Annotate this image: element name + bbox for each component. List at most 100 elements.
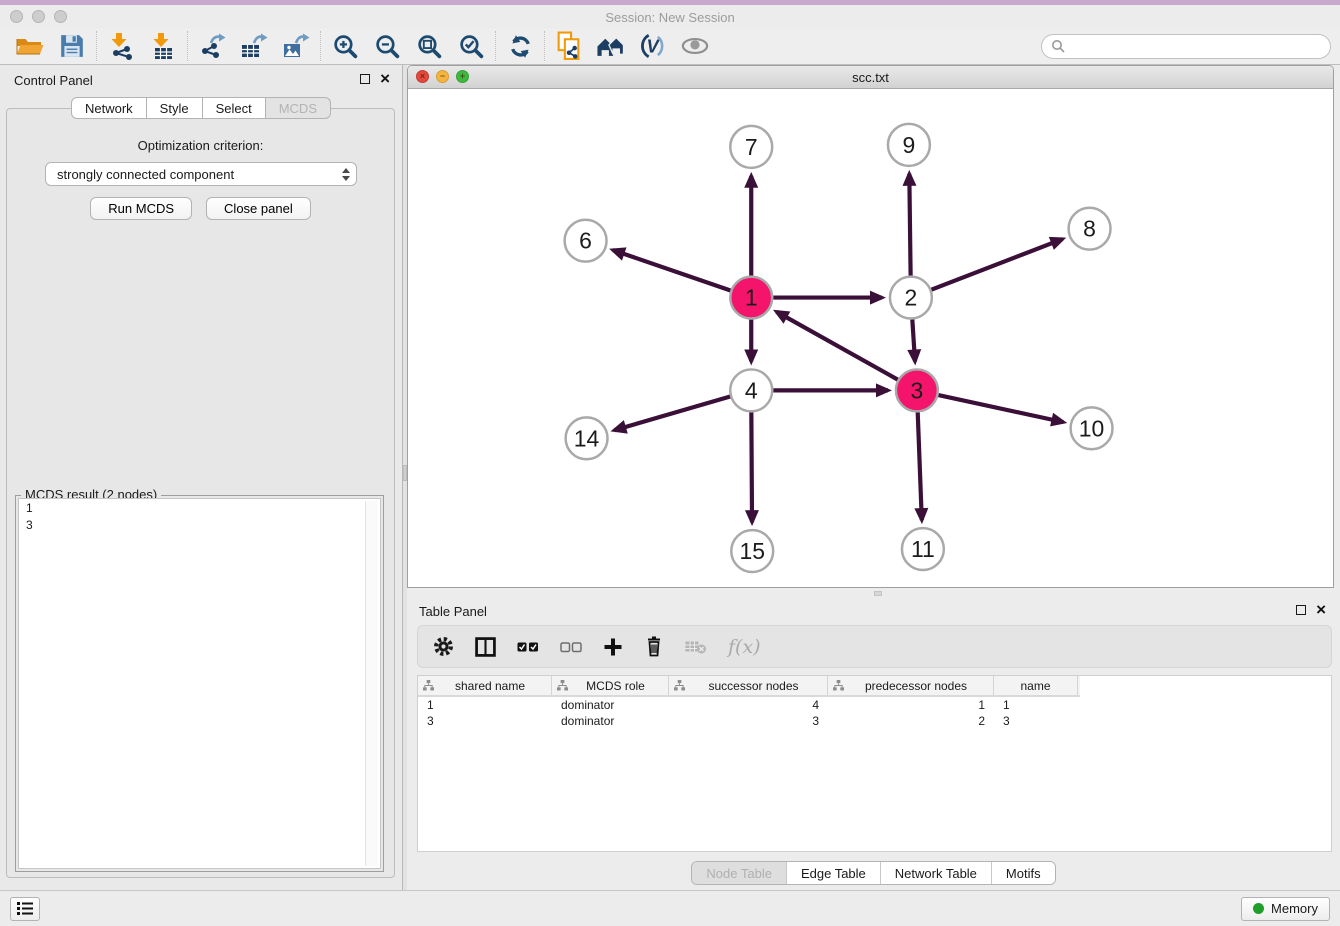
graph-node-3[interactable]: 3	[896, 369, 938, 411]
close-panel-button[interactable]: Close panel	[206, 197, 311, 220]
column-header-mcds-role[interactable]: MCDS role	[552, 676, 669, 695]
save-floppy-icon	[59, 33, 85, 59]
graph-edge-2-9[interactable]	[909, 174, 910, 276]
close-panel-icon[interactable]: ×	[380, 73, 390, 84]
graph-node-10[interactable]: 10	[1071, 407, 1113, 449]
function-builder-button[interactable]: f(x)	[728, 636, 761, 658]
list-icon	[16, 900, 34, 917]
tab-style[interactable]: Style	[147, 97, 203, 119]
result-scrollbar[interactable]	[365, 501, 378, 866]
graph-edge-3-1[interactable]	[776, 312, 897, 380]
column-header-shared-name[interactable]: shared name	[418, 676, 552, 695]
import-table-button[interactable]	[142, 30, 184, 63]
horizontal-splitter[interactable]	[407, 588, 1340, 598]
eye-icon	[680, 35, 710, 57]
float-panel-icon[interactable]	[360, 74, 370, 84]
graph-edge-3-10[interactable]	[938, 395, 1063, 422]
delete-column-button[interactable]	[644, 636, 664, 657]
graph-node-8[interactable]: 8	[1069, 208, 1111, 250]
vizmapper-button[interactable]: V	[632, 30, 674, 63]
column-header-name[interactable]: name	[994, 676, 1078, 695]
zoom-out-button[interactable]	[366, 30, 408, 63]
zoom-selected-icon	[458, 33, 485, 60]
tab-network-table[interactable]: Network Table	[880, 862, 991, 884]
cell-shared-name[interactable]: 1	[418, 698, 552, 712]
deselect-all-columns-button[interactable]	[560, 640, 582, 654]
graph-node-4[interactable]: 4	[730, 369, 772, 411]
splitter-handle[interactable]	[874, 591, 882, 596]
global-search[interactable]	[1041, 34, 1331, 59]
home-button[interactable]	[590, 30, 632, 63]
split-columns-icon	[475, 637, 496, 657]
zoom-fit-button[interactable]	[408, 30, 450, 63]
cell-predecessor-nodes[interactable]: 2	[828, 714, 994, 728]
cell-predecessor-nodes[interactable]: 1	[828, 698, 994, 712]
tab-node-table[interactable]: Node Table	[692, 862, 786, 884]
export-image-button[interactable]	[275, 30, 317, 63]
export-network-button[interactable]	[191, 30, 233, 63]
column-panel-button[interactable]	[475, 637, 496, 657]
cell-name[interactable]: 3	[994, 714, 1078, 728]
clone-network-button[interactable]	[548, 30, 590, 63]
float-panel-icon[interactable]	[1296, 605, 1306, 615]
tab-edge-table[interactable]: Edge Table	[786, 862, 880, 884]
graph-edge-3-11[interactable]	[918, 412, 922, 520]
search-input[interactable]	[1070, 39, 1321, 54]
delete-table-button[interactable]	[685, 639, 707, 655]
graph-edge-4-14[interactable]	[614, 396, 730, 430]
import-network-button[interactable]	[100, 30, 142, 63]
graph-edge-2-3[interactable]	[912, 320, 915, 362]
refresh-button[interactable]	[499, 30, 541, 63]
graph-edge-1-6[interactable]	[613, 250, 731, 290]
cell-mcds-role[interactable]: dominator	[552, 714, 669, 728]
mcds-result-text[interactable]: 1 3	[18, 498, 381, 869]
open-session-button[interactable]	[9, 30, 51, 63]
graph-edge-4-15[interactable]	[751, 412, 752, 522]
zoom-selected-button[interactable]	[450, 30, 492, 63]
network-graph: 1 2 3 4 6 7 8 9 10 11 14 15	[408, 89, 1333, 587]
column-header-predecessor-nodes[interactable]: predecessor nodes	[828, 676, 994, 695]
cell-mcds-role[interactable]: dominator	[552, 698, 669, 712]
network-zoom-button[interactable]: +	[456, 70, 469, 83]
save-session-button[interactable]	[51, 30, 93, 63]
table-row[interactable]: 1 dominator 4 1 1	[418, 697, 1331, 713]
criterion-select[interactable]: strongly connected component	[45, 162, 357, 186]
select-all-columns-button[interactable]	[517, 640, 539, 654]
tab-mcds[interactable]: MCDS	[266, 97, 331, 119]
show-hide-button[interactable]	[674, 30, 716, 63]
graph-node-1[interactable]: 1	[730, 277, 772, 319]
graph-node-2[interactable]: 2	[890, 277, 932, 319]
zoom-in-button[interactable]	[324, 30, 366, 63]
tab-motifs[interactable]: Motifs	[991, 862, 1055, 884]
column-header-successor-nodes[interactable]: successor nodes	[669, 676, 828, 695]
cell-successor-nodes[interactable]: 3	[669, 714, 828, 728]
graph-edge-2-8[interactable]	[931, 239, 1062, 290]
memory-button[interactable]: Memory	[1241, 897, 1330, 921]
table-settings-button[interactable]	[433, 636, 454, 657]
graph-node-7[interactable]: 7	[730, 126, 772, 168]
table-header-row: shared name MCDS role successor nodes pr…	[418, 676, 1080, 697]
table-row[interactable]: 3 dominator 3 2 3	[418, 713, 1331, 729]
cell-name[interactable]: 1	[994, 698, 1078, 712]
close-panel-icon[interactable]: ×	[1316, 604, 1326, 615]
graph-node-9[interactable]: 9	[888, 124, 930, 166]
network-canvas[interactable]: 1 2 3 4 6 7 8 9 10 11 14 15	[408, 89, 1333, 587]
result-line: 3	[26, 517, 373, 534]
create-column-button[interactable]	[603, 637, 623, 657]
tab-select[interactable]: Select	[203, 97, 266, 119]
graph-node-6[interactable]: 6	[565, 220, 607, 262]
graph-node-14[interactable]: 14	[566, 417, 608, 459]
tab-network[interactable]: Network	[71, 97, 147, 119]
network-close-button[interactable]: ×	[416, 70, 429, 83]
export-table-button[interactable]	[233, 30, 275, 63]
graph-node-15[interactable]: 15	[731, 530, 773, 572]
run-mcds-button[interactable]: Run MCDS	[90, 197, 192, 220]
export-table-icon	[240, 32, 268, 60]
cell-successor-nodes[interactable]: 4	[669, 698, 828, 712]
cell-shared-name[interactable]: 3	[418, 714, 552, 728]
network-minimize-button[interactable]: −	[436, 70, 449, 83]
graph-node-11[interactable]: 11	[902, 528, 944, 570]
right-region: × − + scc.txt 1234678910111415 Table Pan…	[407, 65, 1340, 890]
task-history-button[interactable]	[10, 897, 40, 921]
network-window-titlebar[interactable]: × − + scc.txt	[408, 66, 1333, 89]
